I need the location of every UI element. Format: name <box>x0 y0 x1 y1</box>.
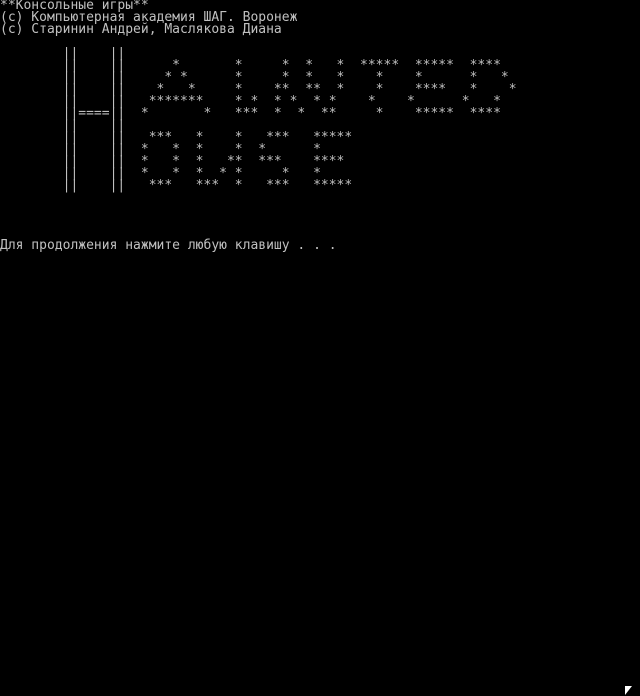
continue-prompt: Для продолжения нажмите любую клавишу . … <box>0 238 337 253</box>
console-window: **Консольные игры** (c) Компьютерная ака… <box>0 0 640 696</box>
ascii-art-logo: || || || || * * * * * ***** ***** **** |… <box>62 46 517 193</box>
header-copyright-authors: (c) Старинин Андрей, Маслякова Диана <box>0 22 282 37</box>
mouse-pointer-icon <box>625 686 632 695</box>
